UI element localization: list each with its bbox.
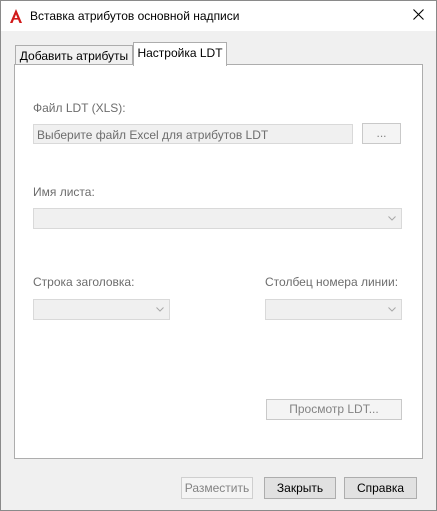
help-button[interactable]: Справка	[344, 477, 417, 499]
browse-button[interactable]: ...	[362, 123, 401, 144]
chevron-down-icon	[388, 307, 396, 312]
file-path-input[interactable]: Выберите файл Excel для атрибутов LDT	[33, 124, 353, 144]
preview-ldt-button[interactable]: Просмотр LDT...	[266, 399, 402, 420]
header-row-label: Строка заголовка:	[33, 275, 135, 289]
sheet-name-dropdown[interactable]	[33, 208, 402, 229]
file-ldt-label: Файл LDT (XLS):	[33, 101, 126, 115]
window-title: Вставка атрибутов основной надписи	[30, 9, 240, 23]
chevron-down-icon	[388, 216, 396, 221]
place-button[interactable]: Разместить	[181, 477, 253, 499]
autocad-logo-icon	[10, 9, 22, 23]
dialog-window: Вставка атрибутов основной надписи Добав…	[0, 0, 437, 511]
chevron-down-icon	[156, 307, 164, 312]
header-row-dropdown[interactable]	[33, 299, 170, 320]
sheet-name-label: Имя листа:	[33, 185, 95, 199]
line-number-column-dropdown[interactable]	[265, 299, 402, 320]
close-window-button[interactable]	[404, 1, 432, 29]
close-button[interactable]: Закрыть	[264, 477, 336, 499]
close-icon	[413, 9, 424, 20]
tab-ldt-settings[interactable]: Настройка LDT	[133, 42, 227, 67]
tab-add-attributes[interactable]: Добавить атрибуты	[15, 45, 133, 66]
line-number-column-label: Столбец номера линии:	[265, 275, 399, 289]
tab-panel-ldt-settings: Файл LDT (XLS): Выберите файл Excel для …	[14, 64, 423, 459]
title-bar[interactable]: Вставка атрибутов основной надписи	[1, 1, 436, 31]
